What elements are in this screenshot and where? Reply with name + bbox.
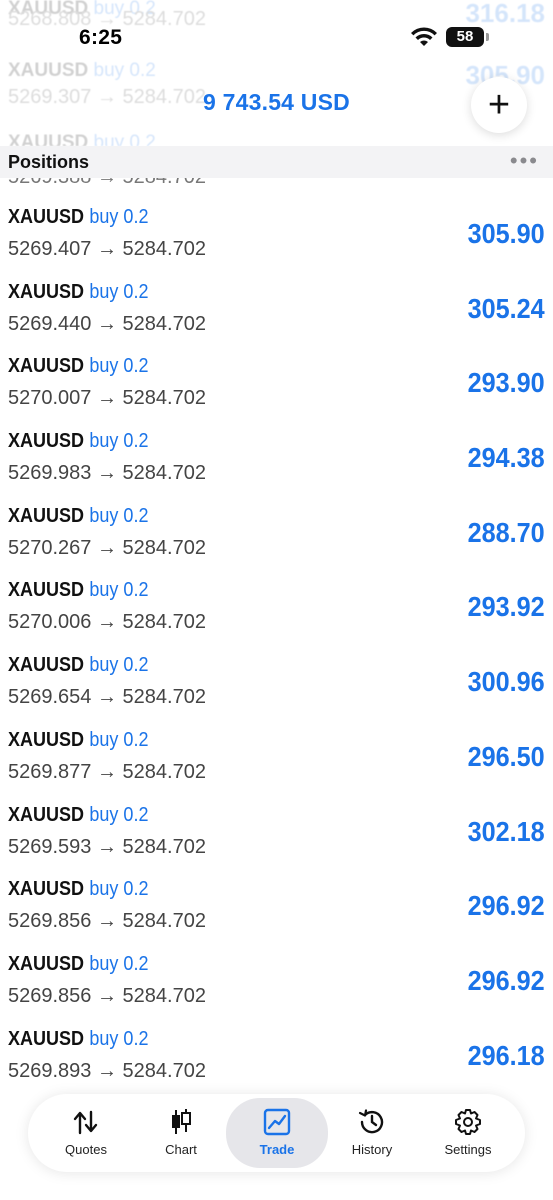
position-side-volume: buy 0.2: [89, 430, 149, 453]
tab-quotes[interactable]: Quotes: [36, 1094, 136, 1172]
position-symbol: XAUUSD buy 0.2: [8, 430, 148, 453]
tab-chart[interactable]: Chart: [131, 1094, 231, 1172]
position-profit: 296.18: [467, 1039, 545, 1071]
position-profit: 305.90: [467, 218, 545, 249]
symbol-name: XAUUSD: [8, 878, 85, 901]
position-profit: 288.70: [467, 516, 545, 548]
position-symbol: XAUUSD buy 0.2: [8, 654, 148, 677]
add-order-button[interactable]: +: [471, 77, 527, 133]
position-row[interactable]: XAUUSD buy 0.2 5269.983 → 5284.702 294.38: [0, 402, 553, 484]
position-profit: 305.24: [467, 292, 545, 324]
tab-label: Chart: [165, 1142, 197, 1157]
position-row[interactable]: XAUUSD buy 0.2 5269.877 → 5284.702 296.50: [0, 701, 553, 783]
position-symbol: XAUUSD buy 0.2: [8, 505, 148, 528]
position-side-volume: buy 0.2: [89, 952, 149, 975]
position-profit: 293.90: [467, 367, 545, 399]
position-side-volume: buy 0.2: [89, 803, 149, 826]
position-symbol: XAUUSD buy 0.2: [8, 355, 148, 378]
position-profit: 296.50: [467, 740, 545, 772]
position-profit: 293.92: [467, 591, 545, 623]
gear-icon: [455, 1109, 481, 1135]
position-row[interactable]: XAUUSD buy 0.2 5270.006 → 5284.702 293.92: [0, 551, 553, 633]
position-row[interactable]: XAUUSD buy 0.2 5269.893 → 5284.702 296.18: [0, 1000, 553, 1082]
positions-list[interactable]: 5269.388 → 5284.702 XAUUSDbuy 0.25269.40…: [0, 178, 553, 1088]
symbol-name: XAUUSD: [8, 803, 85, 826]
position-symbol: XAUUSD buy 0.2: [8, 953, 148, 976]
tab-label: Settings: [444, 1142, 492, 1157]
section-title: Positions: [8, 152, 90, 172]
tab-history[interactable]: History: [322, 1094, 422, 1172]
position-side-volume: buy 0.2: [89, 1027, 149, 1050]
symbol-name: XAUUSD: [8, 654, 85, 677]
symbol-name: XAUUSD: [8, 952, 85, 975]
position-profit: 296.92: [467, 890, 545, 922]
status-bar: 6:25 58: [0, 0, 553, 70]
quotes-arrows-icon: [73, 1110, 98, 1135]
position-side-volume: buy 0.2: [89, 206, 149, 228]
status-time: 6:25: [79, 26, 123, 49]
position-profit: 302.18: [467, 815, 545, 847]
ghost-position-row: XAUUSD buy 0.2: [0, 132, 553, 146]
tab-label: History: [351, 1142, 393, 1157]
symbol-name: XAUUSD: [8, 1027, 85, 1050]
symbol-name: XAUUSD: [8, 728, 85, 751]
tab-bar: Quotes Chart Trade History Settings: [28, 1094, 525, 1172]
history-clock-icon: [358, 1109, 384, 1134]
position-side-volume: buy 0.2: [89, 728, 149, 751]
position-profit: 300.96: [467, 666, 545, 698]
position-row[interactable]: XAUUSD buy 0.2 5269.593 → 5284.702 302.18: [0, 776, 553, 858]
position-row[interactable]: XAUUSD buy 0.2 5269.654 → 5284.702 300.96: [0, 626, 553, 708]
position-row[interactable]: XAUUSD buy 0.2 5270.267 → 5284.702 288.70: [0, 477, 553, 559]
position-row[interactable]: XAUUSD buy 0.2 5269.407 → 5284.702 305.90: [0, 178, 553, 260]
position-side-volume: buy 0.2: [89, 504, 149, 527]
position-side-volume: buy 0.2: [89, 654, 149, 677]
position-row[interactable]: XAUUSD buy 0.2 5270.007 → 5284.702 293.90: [0, 327, 553, 409]
position-symbol: XAUUSD buy 0.2: [8, 206, 148, 229]
position-row[interactable]: XAUUSD buy 0.2 5269.856 → 5284.702 296.92: [0, 850, 553, 932]
symbol-name: XAUUSD: [8, 504, 85, 527]
position-symbol: XAUUSD buy 0.2: [8, 804, 148, 827]
position-profit: 294.38: [467, 442, 545, 474]
trade-chart-icon: [263, 1108, 291, 1136]
position-symbol: XAUUSD buy 0.2: [8, 1028, 148, 1051]
position-row[interactable]: XAUUSD buy 0.2 5269.856 → 5284.702 296.92: [0, 925, 553, 1007]
more-options-icon[interactable]: •••: [510, 148, 539, 174]
candlestick-chart-icon: [172, 1109, 191, 1134]
position-side-volume: buy 0.2: [89, 355, 149, 378]
symbol-name: XAUUSD: [8, 355, 85, 378]
symbol-name: XAUUSD: [8, 430, 85, 453]
position-side-volume: buy 0.2: [89, 579, 149, 602]
symbol-name: XAUUSD: [8, 206, 85, 228]
battery-indicator: 58: [446, 27, 489, 47]
symbol-name: XAUUSD: [8, 280, 85, 303]
position-row[interactable]: XAUUSD buy 0.2 5269.440 → 5284.702 305.24: [0, 253, 553, 335]
position-side-volume: buy 0.2: [89, 280, 149, 303]
positions-section-header: Positions •••: [0, 146, 553, 178]
position-symbol: XAUUSD buy 0.2: [8, 878, 148, 901]
position-profit: 296.92: [467, 964, 545, 996]
position-symbol: XAUUSD buy 0.2: [8, 729, 148, 752]
ghost-symbol: XAUUSD buy 0.2: [8, 132, 156, 146]
tab-label: Quotes: [65, 1142, 107, 1157]
tab-label: Trade: [259, 1142, 295, 1157]
position-prices: 5269.893 → 5284.702: [8, 1059, 206, 1082]
tab-settings[interactable]: Settings: [418, 1094, 518, 1172]
tab-trade[interactable]: Trade: [226, 1098, 328, 1168]
position-side-volume: buy 0.2: [89, 878, 149, 901]
plus-icon: +: [487, 83, 511, 126]
position-symbol: XAUUSD buy 0.2: [8, 579, 148, 602]
symbol-name: XAUUSD: [8, 579, 85, 602]
wifi-icon: [411, 27, 437, 46]
position-symbol: XAUUSD buy 0.2: [8, 281, 148, 304]
